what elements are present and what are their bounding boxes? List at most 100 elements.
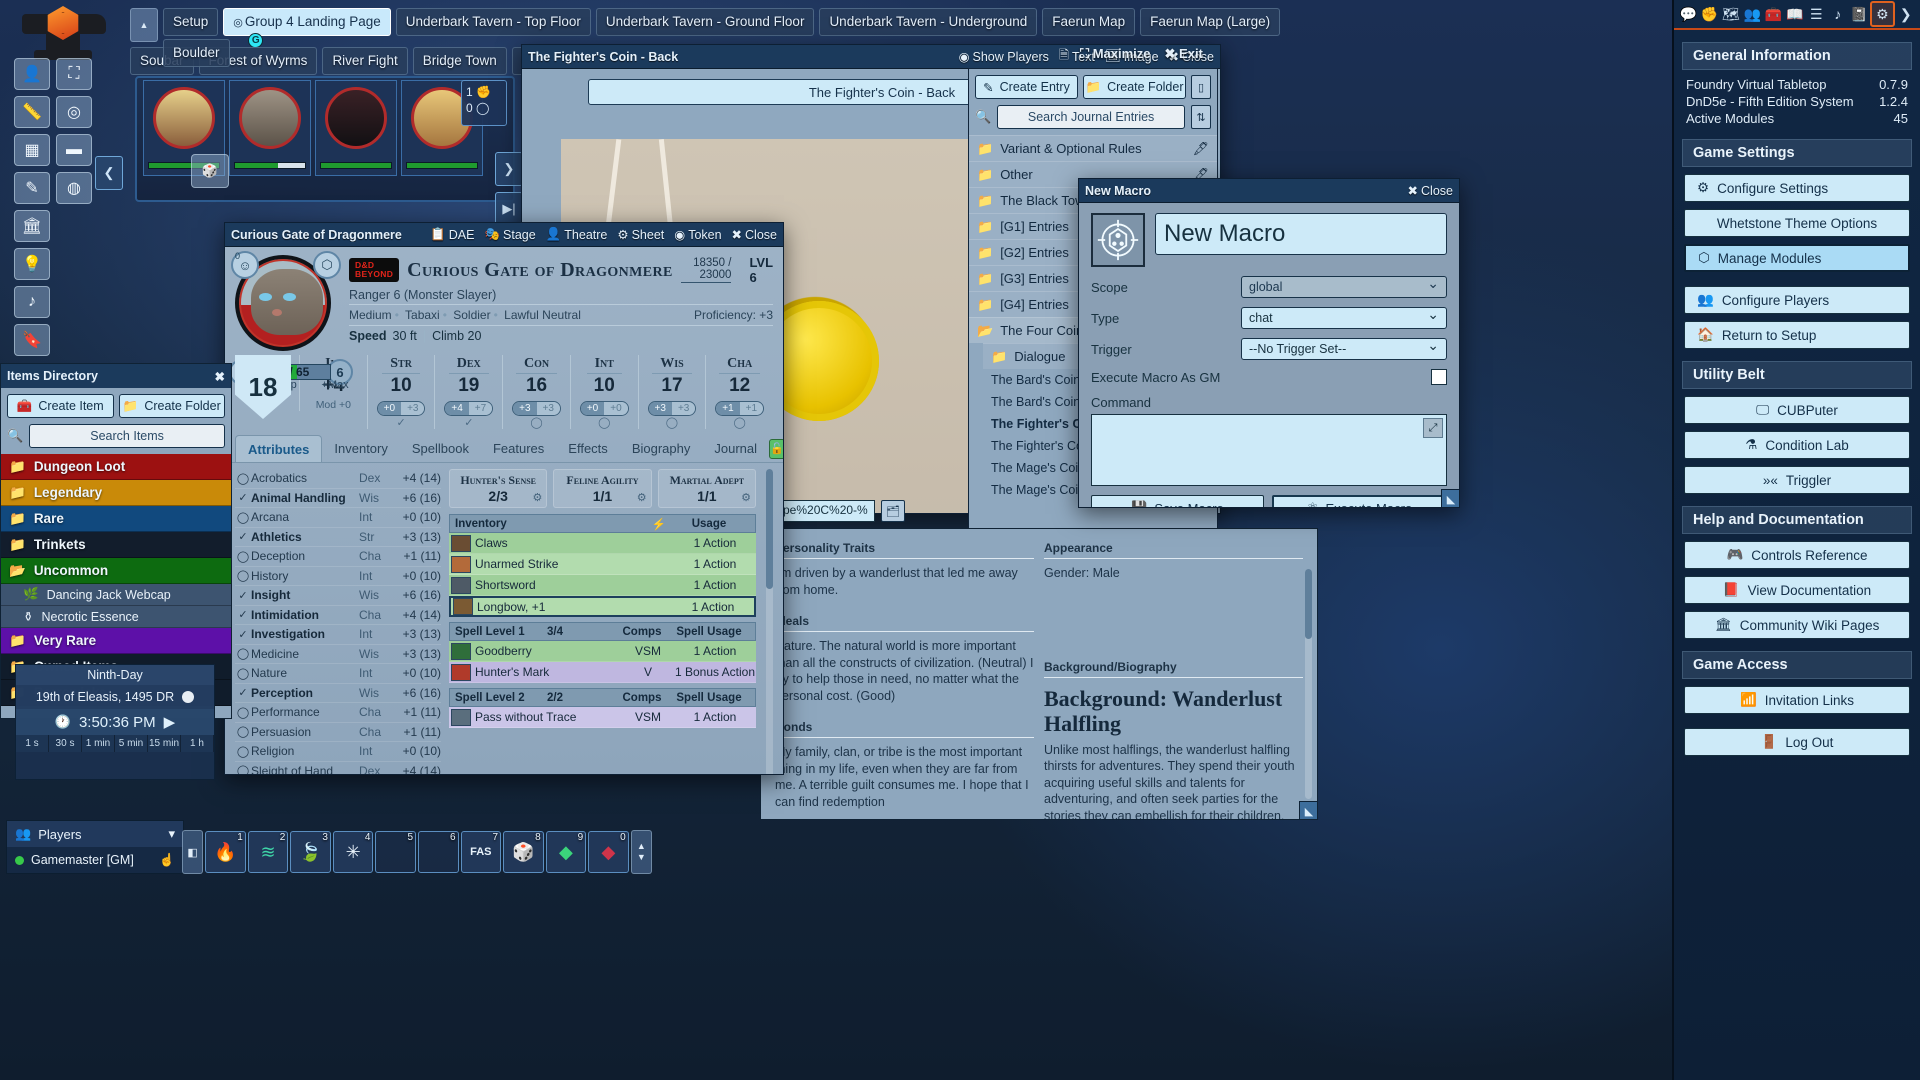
gear-icon[interactable]: ⚙ [637,491,647,504]
maximize-button[interactable]: ⛶ Maximize [1080,46,1151,62]
chevron-right-icon[interactable]: ❯ [1896,1,1916,27]
scene-tab-faerun-map-large[interactable]: Faerun Map (Large) [1140,8,1280,36]
resize-handle[interactable]: ◣ [1299,801,1318,820]
background-value[interactable]: Soldier [453,308,490,322]
party-member[interactable] [315,80,397,176]
feather-icon[interactable]: 🖋 [1192,141,1209,157]
scene-tab-underbark-underground[interactable]: Underbark Tavern - Underground [819,8,1037,36]
skill-row[interactable]: ◯PersuasionCha+1 (11) [235,723,441,743]
items-directory-header[interactable]: Items Directory ✖ [1,364,231,388]
ability-int[interactable]: Int 10 +0+0 ◯ [570,355,638,429]
skill-row[interactable]: ◯DeceptionCha+1 (11) [235,547,441,567]
dae-button[interactable]: 📋DAE [430,227,474,242]
new-macro-dialog[interactable]: New Macro ✖Close New Macro Scopeglobal T… [1078,178,1460,508]
size-value[interactable]: Medium [349,308,392,322]
hotbar-page-controls[interactable]: ▲▼ [631,830,652,874]
journal-search-row[interactable]: 🔍 Search Journal Entries ⇅ [969,103,1217,135]
item-folder-open[interactable]: 📂Uncommon [1,558,231,584]
dice-roll-badge[interactable]: ⬡ [313,251,341,279]
gear-icon[interactable]: ⚙ [532,491,542,504]
create-folder-button[interactable]: 📁Create Folder [1083,75,1186,99]
inventory-row[interactable]: Unarmed Strike1 Action [449,554,756,575]
journal-folder[interactable]: 📁Variant & Optional Rules🖋 [969,135,1217,161]
step-forward-icon[interactable]: ▶| [495,192,523,226]
gear-icon[interactable]: ⚙ [741,491,751,504]
chevron-up-icon[interactable]: ▲ [637,841,646,852]
tab-tables[interactable]: ☰ [1806,1,1826,27]
party-member[interactable] [229,80,311,176]
ability-str[interactable]: Str 10 +0+3 ✓ [367,355,435,429]
eye-slash-icon[interactable]: ◍ [56,172,92,204]
cubes-icon[interactable]: ▦ [14,134,50,166]
resource-hunters-sense[interactable]: Hunter's Sense 2/3 ⚙ [449,469,547,508]
hotbar-slot[interactable]: ◆9 [546,831,587,873]
skill-row[interactable]: ◯HistoryInt+0 (10) [235,567,441,587]
command-textarea[interactable]: ⤢ [1091,414,1447,486]
execute-as-gm-checkbox[interactable] [1431,369,1447,385]
pencil-icon[interactable]: ✎ [14,172,50,204]
tab-journal[interactable]: Journal [702,435,769,462]
skill-row[interactable]: ✓InvestigationInt+3 (13) [235,625,441,645]
play-icon[interactable]: ▶ [164,713,176,731]
scrollbar-thumb[interactable] [1305,569,1312,639]
bullseye-icon[interactable]: ◎ [56,96,92,128]
scope-select[interactable]: global [1241,276,1447,298]
image-path-row[interactable]: ype%20C%20-% 🗂 [770,500,905,522]
scene-tab-underbark-top[interactable]: Underbark Tavern - Top Floor [396,8,591,36]
community-wiki-pages-button[interactable]: 🏛Community Wiki Pages [1684,611,1910,639]
chevron-up-icon[interactable]: ▲ [130,8,158,42]
tab-combat[interactable]: ✊ [1699,1,1719,27]
stage-button[interactable]: 🎭Stage [484,227,535,242]
window-header[interactable]: Curious Gate of Dragonmere 📋DAE 🎭Stage 👤… [225,223,783,247]
scene-tab-faerun-map[interactable]: Faerun Map [1042,8,1135,36]
sort-icon[interactable]: ⇅ [1191,105,1211,129]
unlock-icon[interactable]: 🔓 [769,439,783,459]
inventory-row[interactable]: Shortsword1 Action [449,575,756,596]
speed-value[interactable]: 30 ft [393,329,417,343]
token-button[interactable]: ◉Token [674,227,721,242]
hotbar-slot[interactable]: ≋2 [248,831,289,873]
tab-scenes[interactable]: 🗺 [1721,1,1741,27]
sheet-button[interactable]: ⚙Sheet [617,227,664,242]
macro-hotbar[interactable]: ◧ 🔥1 ≋2 🍃3 ✳4 5 6 FAS7 🎲8 ◆9 ◆0 ▲▼ [182,828,652,876]
scene-tab-setup[interactable]: Setup [163,8,218,36]
skill-row[interactable]: ◯Sleight of HandDex+4 (14) [235,762,441,775]
tab-compendium[interactable]: 📓 [1849,1,1869,27]
skill-row[interactable]: ◯ArcanaInt+0 (10) [235,508,441,528]
image-path-field[interactable]: ype%20C%20-% [770,500,875,522]
type-select[interactable]: chat [1241,307,1447,329]
tab-effects[interactable]: Effects [556,435,620,462]
close-dialog-button[interactable]: ✖Close [1408,183,1453,198]
attributes-right-column[interactable]: Hunter's Sense 2/3 ⚙ Feline Agility 1/1 … [449,469,756,774]
tab-settings[interactable]: ⚙ [1870,1,1894,27]
item-folder[interactable]: 📁Legendary [1,480,231,506]
player-row[interactable]: Gamemaster [GM] ☝ [7,847,183,873]
chevron-down-icon[interactable]: ▾ [168,826,175,842]
close-icon[interactable]: ✖ [215,369,225,384]
climb-value[interactable]: Climb 20 [432,329,481,343]
chevron-down-icon[interactable]: ▼ [637,852,646,863]
log-out-button[interactable]: 🚪Log Out [1684,728,1910,756]
inventory-row-selected[interactable]: Longbow, +11 Action [449,596,756,617]
skill-row[interactable]: ◯NatureInt+0 (10) [235,664,441,684]
character-sheet-window[interactable]: Curious Gate of Dragonmere 📋DAE 🎭Stage 👤… [224,222,784,775]
time-step[interactable]: 30 s [49,735,82,752]
bolt-icon[interactable]: ⚡ [650,517,668,531]
ability-dex[interactable]: Dex 19 +4+7 ✓ [434,355,502,429]
scene-tab-group-4-landing-page[interactable]: ◎Group 4 Landing Page G [223,8,390,36]
character-portrait-area[interactable]: ☺0 ⬡ 🛏 47 / 65 6 +Temp +Max [235,255,339,351]
file-picker-button[interactable]: 🗂 [881,500,905,522]
hotbar-slot-empty[interactable]: 6 [418,831,459,873]
skill-row[interactable]: ◯AcrobaticsDex+4 (14) [235,469,441,489]
time-step[interactable]: 1 h [181,735,214,752]
hotbar-slot[interactable]: ✳4 [333,831,374,873]
search-input[interactable]: Search Journal Entries [997,105,1185,129]
time-step[interactable]: 5 min [115,735,148,752]
configure-settings-button[interactable]: ⚙Configure Settings [1684,174,1910,202]
item-entry[interactable]: ⚱Necrotic Essence [1,606,231,628]
right-sidebar[interactable]: 💬 ✊ 🗺 👥 🧰 📖 ☰ ♪ 📓 ⚙ ❯ General Informatio… [1672,0,1920,1080]
players-panel[interactable]: 👥 Players ▾ Gamemaster [GM] ☝ [6,820,184,874]
tab-spellbook[interactable]: Spellbook [400,435,481,462]
invitation-links-button[interactable]: 📶Invitation Links [1684,686,1910,714]
triggler-button[interactable]: »«Triggler [1684,466,1910,494]
